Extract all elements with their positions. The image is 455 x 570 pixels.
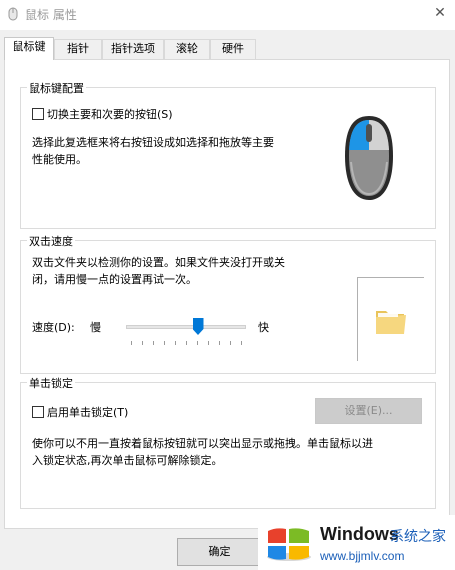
slider-tick [208, 341, 209, 345]
slider-tick [175, 341, 176, 345]
button-config-group: 鼠标键配置 切换主要和次要的按钮(S) 选择此复选框来将右按钮设成如选择和拖放等… [20, 80, 436, 229]
click-lock-checkbox-box[interactable] [32, 406, 44, 418]
swap-buttons-checkbox[interactable]: 切换主要和次要的按钮(S) [32, 106, 173, 122]
swap-buttons-checkbox-box[interactable] [32, 108, 44, 120]
double-click-description: 双击文件夹以检测你的设置。如果文件夹没打开或关 闭，请用慢一点的设置再试一次。 [32, 254, 285, 288]
slow-label: 慢 [90, 321, 101, 334]
speed-slider-thumb[interactable] [192, 318, 204, 335]
double-click-title: 双击速度 [27, 233, 75, 249]
watermark-url: www.bjjmlv.com [320, 549, 405, 563]
title-bar: 鼠标 属性 ✕ [0, 0, 455, 30]
button-config-desc-line1: 选择此复选框来将右按钮设成如选择和拖放等主要 [32, 136, 274, 149]
window-title: 鼠标 属性 [25, 8, 77, 22]
tab-wheel[interactable]: 滚轮 [164, 39, 210, 59]
speed-label: 速度(D): [32, 321, 75, 334]
click-lock-group: 单击锁定 启用单击锁定(T) 设置(E)... 使你可以不用一直按着鼠标按钮就可… [20, 375, 436, 509]
fast-label: 快 [258, 321, 269, 334]
speed-slider-ticks [131, 341, 242, 345]
double-click-desc-line2: 闭，请用慢一点的设置再试一次。 [32, 273, 197, 286]
swap-buttons-label: 切换主要和次要的按钮(S) [47, 108, 173, 121]
watermark: Windows 系统之家 www.bjjmlv.com [258, 515, 455, 570]
slider-tick [164, 341, 165, 345]
slider-tick [241, 341, 242, 345]
mouse-app-icon [8, 7, 18, 21]
test-area[interactable] [357, 277, 424, 361]
button-config-desc-line2: 性能使用。 [32, 153, 87, 166]
double-click-group: 双击速度 双击文件夹以检测你的设置。如果文件夹没打开或关 闭，请用慢一点的设置再… [20, 233, 436, 374]
watermark-brand-cn: 系统之家 [390, 529, 446, 545]
button-config-description: 选择此复选框来将右按钮设成如选择和拖放等主要 性能使用。 [32, 134, 274, 168]
slider-tick [153, 341, 154, 345]
button-config-title: 鼠标键配置 [27, 80, 86, 96]
click-lock-desc-line2: 入锁定状态,再次单击鼠标可解除锁定。 [32, 454, 223, 467]
double-click-desc-line1: 双击文件夹以检测你的设置。如果文件夹没打开或关 [32, 256, 285, 269]
slider-tick [131, 341, 132, 345]
tab-pointers[interactable]: 指针 [54, 39, 102, 59]
watermark-brand: Windows [320, 524, 399, 544]
slider-tick [197, 341, 198, 345]
click-lock-checkbox[interactable]: 启用单击锁定(T) [32, 404, 128, 420]
close-icon[interactable]: ✕ [425, 0, 455, 30]
click-lock-label: 启用单击锁定(T) [47, 406, 129, 419]
speed-slider-track[interactable] [126, 325, 246, 329]
slider-tick [219, 341, 220, 345]
click-lock-description: 使你可以不用一直按着鼠标按钮就可以突出显示或拖拽。单击鼠标以进 入锁定状态,再次… [32, 435, 373, 469]
windows-logo-icon [267, 528, 311, 561]
mouse-illustration-icon [345, 116, 393, 200]
click-lock-title: 单击锁定 [27, 375, 75, 391]
tab-pointer-options[interactable]: 指针选项 [102, 39, 164, 59]
tab-hardware[interactable]: 硬件 [210, 39, 256, 59]
slider-tick [230, 341, 231, 345]
slider-tick [142, 341, 143, 345]
ok-button[interactable]: 确定 [177, 538, 262, 566]
tab-panel: 鼠标键配置 切换主要和次要的按钮(S) 选择此复选框来将右按钮设成如选择和拖放等… [4, 59, 450, 529]
click-lock-desc-line1: 使你可以不用一直按着鼠标按钮就可以突出显示或拖拽。单击鼠标以进 [32, 437, 373, 450]
folder-icon[interactable] [374, 306, 408, 336]
tab-buttons[interactable]: 鼠标键 [4, 37, 54, 60]
click-lock-settings-button[interactable]: 设置(E)... [315, 398, 422, 424]
slider-tick [186, 341, 187, 345]
